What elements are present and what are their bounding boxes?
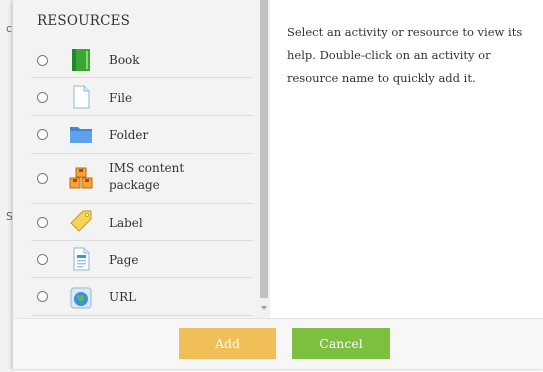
ims-package-icon: [69, 167, 93, 191]
option-label-label: Label: [109, 216, 143, 230]
radio-folder[interactable]: [37, 129, 48, 140]
option-label-ims-line2: package: [109, 178, 160, 192]
option-page[interactable]: Page: [31, 241, 253, 278]
option-label[interactable]: Label: [31, 204, 253, 241]
scroll-down-arrow-icon[interactable]: [261, 306, 267, 310]
file-icon: [69, 85, 93, 109]
radio-label[interactable]: [37, 217, 48, 228]
dialog-footer: Add Cancel: [13, 318, 543, 369]
tag-icon: [69, 210, 93, 234]
resources-section-title: RESOURCES: [37, 13, 131, 29]
module-list-scrollbar[interactable]: [258, 0, 270, 318]
option-label-url: URL: [109, 290, 137, 304]
option-ims-content-package[interactable]: IMS content package: [31, 154, 253, 204]
scrollbar-thumb[interactable]: [260, 0, 268, 298]
option-folder[interactable]: Folder: [31, 116, 253, 154]
book-icon: [69, 48, 93, 72]
radio-url[interactable]: [37, 291, 48, 302]
add-button[interactable]: Add: [179, 328, 276, 359]
radio-ims-content-package[interactable]: [37, 173, 48, 184]
option-label-book: Book: [109, 53, 140, 67]
module-list-pane: RESOURCES Book File Folder IMS content p…: [13, 0, 258, 318]
globe-icon: [69, 285, 93, 309]
option-url[interactable]: URL: [31, 278, 253, 316]
help-text: Select an activity or resource to view i…: [287, 25, 523, 85]
option-book[interactable]: Book: [31, 42, 253, 78]
option-label-file: File: [109, 91, 133, 105]
page-icon: [69, 247, 93, 271]
option-file[interactable]: File: [31, 78, 253, 116]
option-label-page: Page: [109, 253, 139, 267]
folder-icon: [69, 122, 93, 146]
option-label-folder: Folder: [109, 128, 149, 142]
activity-chooser-dialog: RESOURCES Book File Folder IMS content p…: [12, 0, 543, 369]
radio-file[interactable]: [37, 92, 48, 103]
radio-book[interactable]: [37, 55, 48, 66]
option-label-ims-line1: IMS content: [109, 161, 185, 175]
cancel-button[interactable]: Cancel: [292, 328, 390, 359]
radio-page[interactable]: [37, 254, 48, 265]
option-label-ims-content-package: IMS content package: [109, 160, 184, 194]
